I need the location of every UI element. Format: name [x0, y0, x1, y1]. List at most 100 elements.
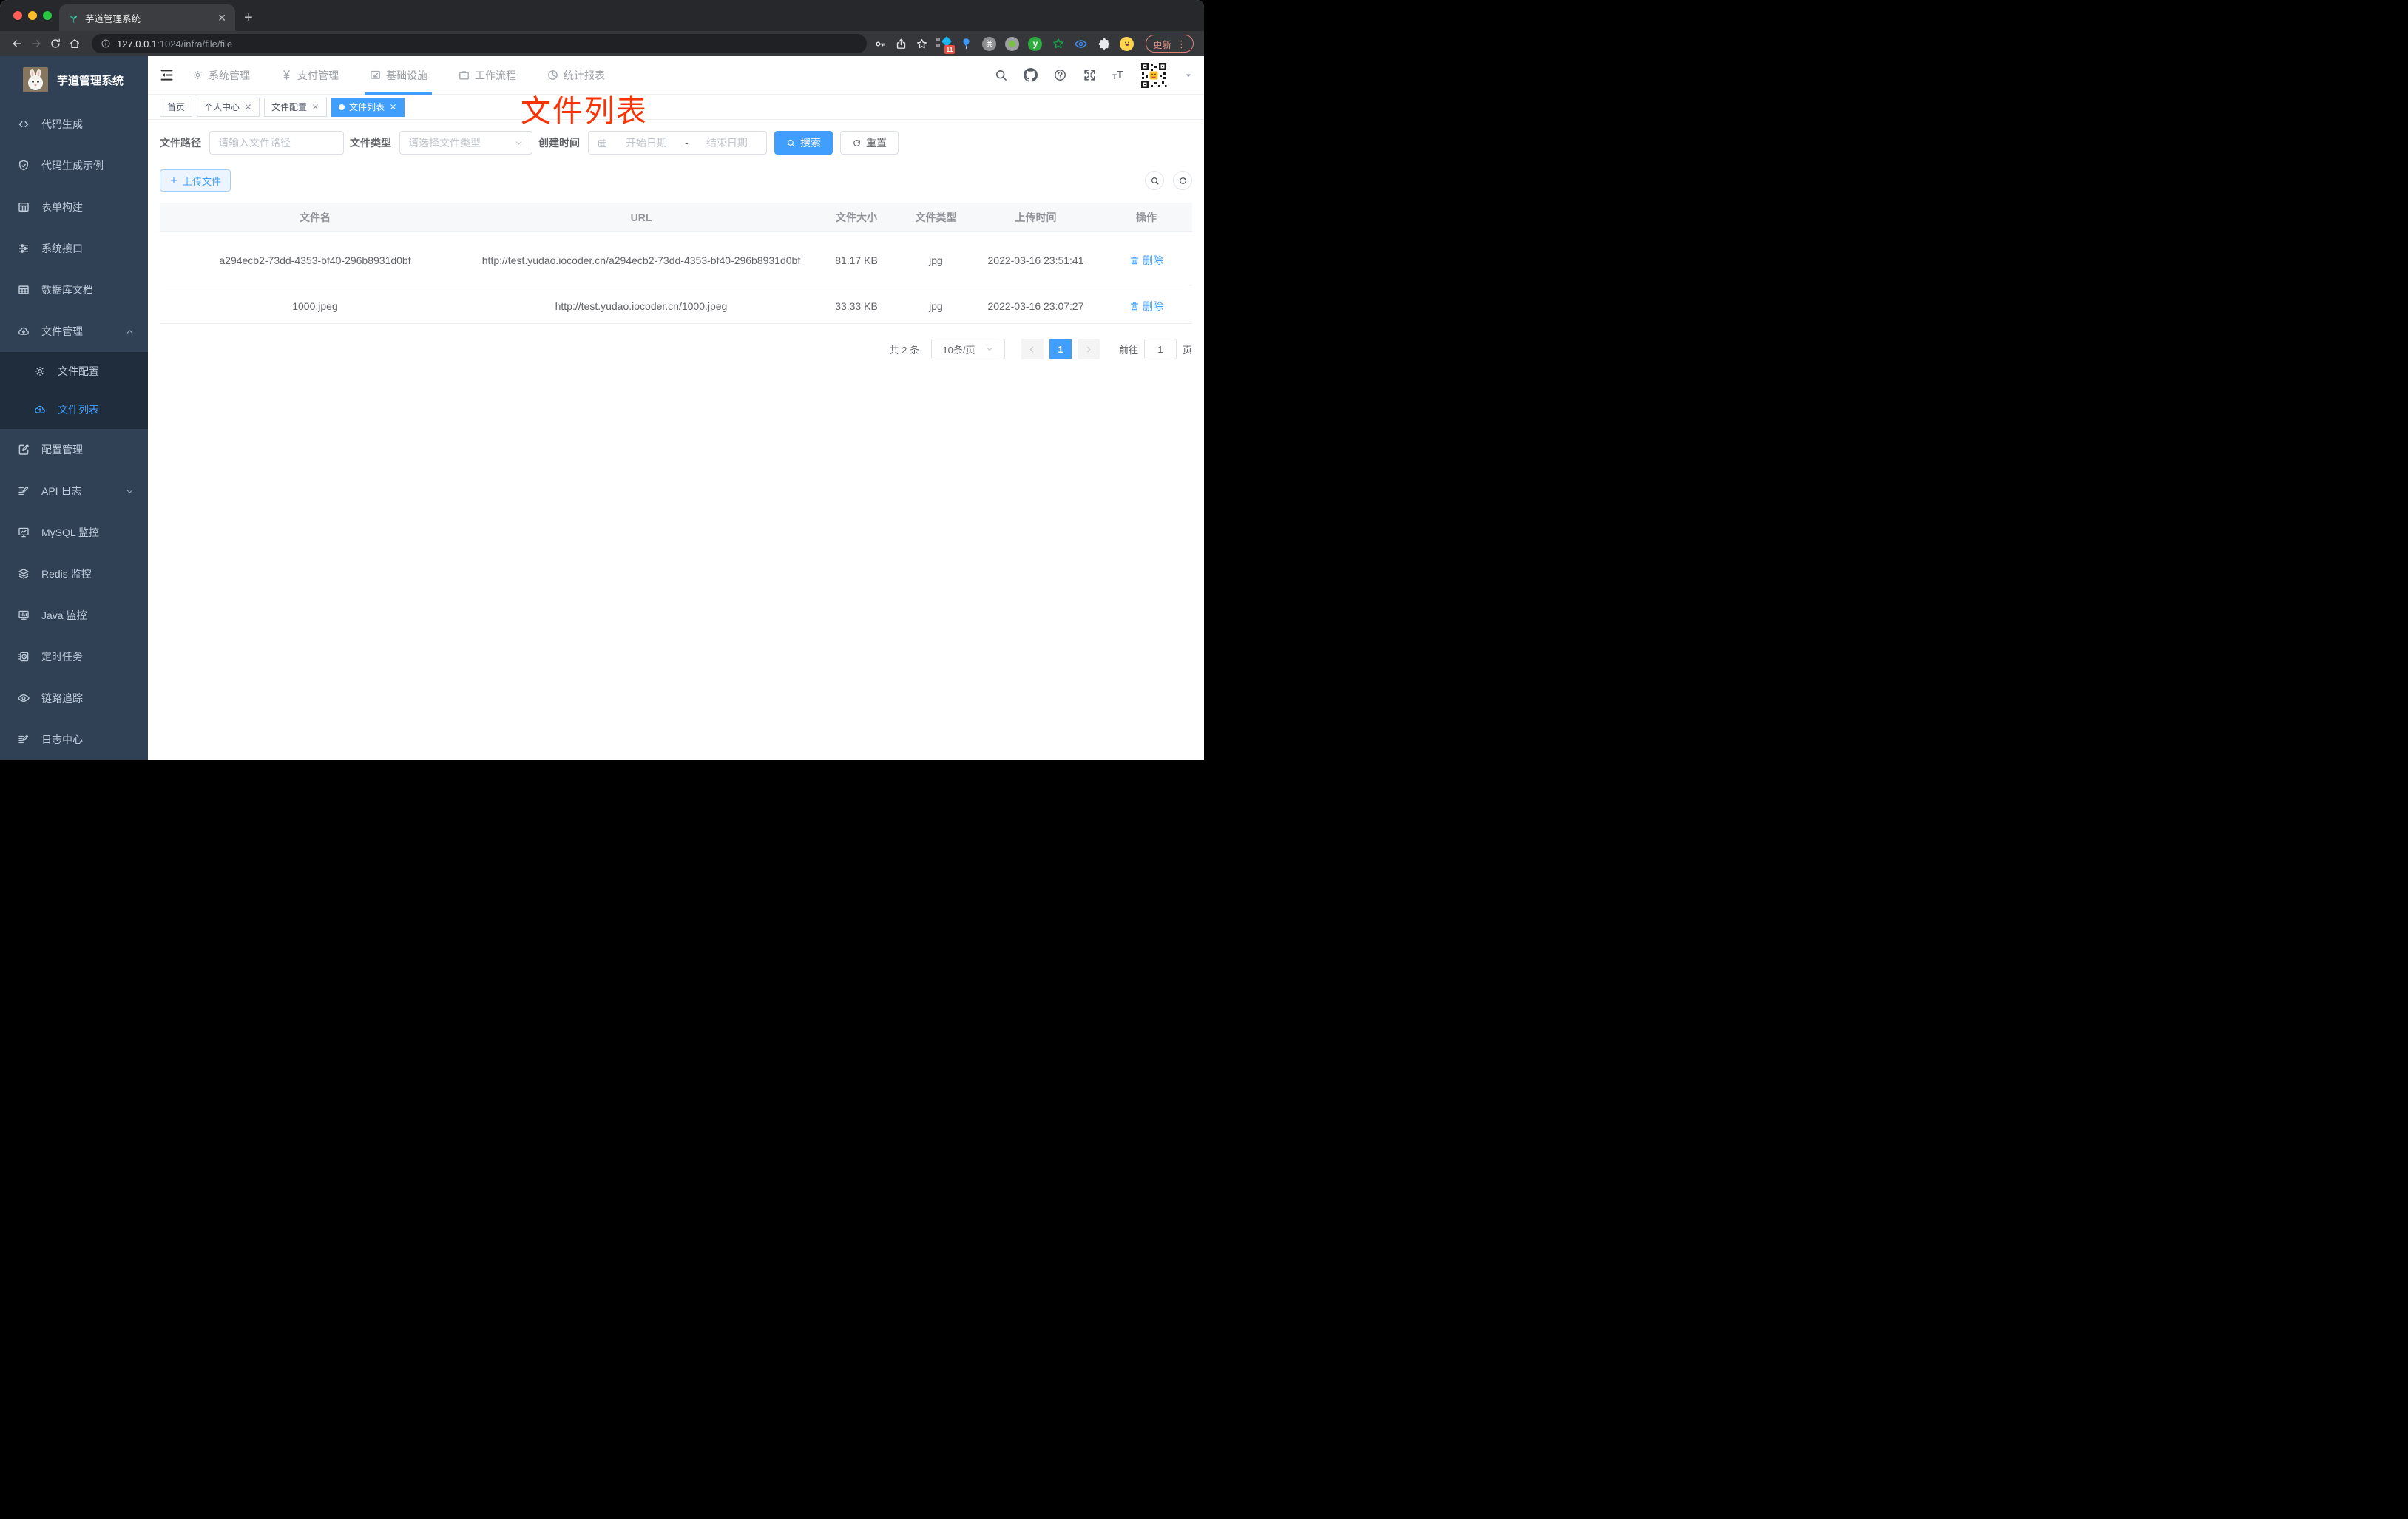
tag-file-list[interactable]: 文件列表	[331, 97, 405, 117]
maximize-window-button[interactable]	[43, 11, 52, 20]
table-row: a294ecb2-73dd-4353-bf40-296b8931d0bf htt…	[160, 232, 1192, 288]
help-icon[interactable]	[1053, 68, 1067, 82]
nav-item-payment[interactable]: 支付管理	[278, 56, 341, 95]
tag-home[interactable]: 首页	[160, 97, 193, 117]
extension-green-star-icon[interactable]	[1051, 36, 1066, 51]
extension-command-icon[interactable]: ⌘	[982, 36, 997, 51]
tab-close-icon[interactable]: ✕	[217, 13, 226, 23]
col-header-type: 文件类型	[915, 211, 957, 223]
upload-file-button[interactable]: 上传文件	[160, 169, 231, 192]
delete-button[interactable]: 删除	[1129, 299, 1163, 314]
cell-time: 2022-03-16 23:07:27	[987, 300, 1084, 312]
sidebar-item-mysql-monitor[interactable]: MySQL 监控	[0, 512, 148, 553]
home-button[interactable]	[65, 34, 84, 53]
sidebar-logo[interactable]: 芋道管理系统	[0, 56, 148, 104]
sidebar-item-form-builder[interactable]: 表单构建	[0, 186, 148, 228]
extension-tab-manager-icon[interactable]: 11	[936, 35, 955, 54]
file-path-input[interactable]	[218, 137, 335, 149]
sidebar-item-db-doc[interactable]: 数据库文档	[0, 269, 148, 311]
prev-page-button[interactable]	[1021, 339, 1044, 359]
logo-rabbit-image	[23, 67, 48, 92]
back-button[interactable]	[7, 34, 27, 53]
sidebar-item-file-list[interactable]: 文件列表	[0, 390, 148, 429]
table-icon	[17, 283, 30, 297]
font-size-icon[interactable]: TT	[1112, 70, 1123, 81]
nav-item-workflow[interactable]: 工作流程	[456, 56, 518, 95]
browser-menu-icon[interactable]: ⋮	[1177, 39, 1186, 49]
sidebar-item-tracing[interactable]: 链路追踪	[0, 677, 148, 719]
date-range-picker[interactable]: 开始日期 - 结束日期	[588, 131, 767, 155]
pagination: 共 2 条 10条/页 1 前往 页	[160, 339, 1192, 359]
forward-button[interactable]	[27, 34, 46, 53]
browser-tabstrip: 芋道管理系统 ✕ +	[0, 0, 1204, 31]
nav-item-infrastructure[interactable]: 基础设施	[365, 56, 432, 95]
search-button[interactable]: 搜索	[774, 131, 833, 155]
extensions-puzzle-icon[interactable]	[1097, 36, 1112, 51]
refresh-table-button[interactable]	[1173, 171, 1192, 190]
sidebar-fold-icon[interactable]	[159, 67, 175, 83]
tag-profile[interactable]: 个人中心	[197, 97, 260, 117]
sidebar-item-log-center[interactable]: 日志中心	[0, 719, 148, 760]
url-bar[interactable]: 127.0.0.1:1024/infra/file/file	[92, 34, 867, 53]
extension-recorder-icon[interactable]	[1005, 36, 1020, 51]
sidebar-item-scheduled-tasks[interactable]: 定时任务	[0, 636, 148, 677]
layers-icon	[17, 567, 30, 581]
extension-balloon-icon[interactable]	[959, 36, 974, 51]
browser-tab[interactable]: 芋道管理系统 ✕	[59, 4, 235, 31]
fullscreen-icon[interactable]	[1083, 68, 1097, 82]
next-page-button[interactable]	[1077, 339, 1100, 359]
sidebar-item-java-monitor[interactable]: Java 监控	[0, 595, 148, 636]
share-icon[interactable]	[895, 38, 907, 50]
extension-smiley-icon[interactable]	[1120, 36, 1134, 51]
chart-board-icon	[17, 526, 30, 539]
app-navbar: 系统管理 支付管理 基础设施 工作流程 统计报表 TT	[148, 56, 1204, 95]
avatar[interactable]	[1139, 60, 1169, 90]
delete-button[interactable]: 删除	[1129, 253, 1163, 268]
close-window-button[interactable]	[13, 11, 22, 20]
page-size-select[interactable]: 10条/页	[930, 339, 1005, 359]
reload-button[interactable]	[46, 34, 65, 53]
minimize-window-button[interactable]	[28, 11, 37, 20]
new-tab-button[interactable]: +	[235, 4, 262, 31]
close-icon[interactable]	[311, 103, 319, 111]
bookmark-star-icon[interactable]	[916, 38, 928, 50]
reset-button[interactable]: 重置	[840, 131, 899, 155]
site-info-icon[interactable]	[101, 38, 111, 49]
refresh-icon	[852, 138, 862, 148]
caret-down-icon[interactable]	[1184, 71, 1193, 80]
file-type-select[interactable]: 请选择文件类型	[399, 131, 532, 155]
extension-y-icon[interactable]: y	[1028, 36, 1043, 51]
sidebar-item-system-api[interactable]: 系统接口	[0, 228, 148, 269]
sidebar-item-file-config[interactable]: 文件配置	[0, 352, 148, 390]
monitor-icon	[17, 609, 30, 622]
sidebar-item-code-gen-demo[interactable]: 代码生成示例	[0, 145, 148, 186]
search-icon[interactable]	[994, 68, 1008, 82]
sidebar-item-redis-monitor[interactable]: Redis 监控	[0, 553, 148, 595]
extension-eye-icon[interactable]	[1074, 36, 1089, 51]
table-row: 1000.jpeg http://test.yudao.iocoder.cn/1…	[160, 288, 1192, 324]
browser-toolbar: 127.0.0.1:1024/infra/file/file 11 ⌘ y 更新…	[0, 31, 1204, 56]
cell-size: 81.17 KB	[835, 254, 878, 266]
github-icon[interactable]	[1024, 68, 1038, 82]
goto-page-input[interactable]	[1143, 339, 1177, 359]
col-header-url: URL	[630, 211, 652, 223]
browser-update-button[interactable]: 更新 ⋮	[1145, 35, 1194, 53]
nav-item-reports[interactable]: 统计报表	[544, 56, 607, 95]
browser-window: 芋道管理系统 ✕ + 127.0.0.1:1024/infra/file/fil…	[0, 0, 1204, 760]
close-icon[interactable]	[389, 103, 397, 111]
chevron-down-icon	[985, 345, 994, 353]
extension-badge: 11	[944, 45, 955, 54]
show-search-button[interactable]	[1145, 171, 1164, 190]
file-path-input-wrap	[209, 131, 344, 155]
nav-item-system[interactable]: 系统管理	[189, 56, 252, 95]
password-key-icon[interactable]	[874, 38, 887, 50]
sidebar-item-code-gen[interactable]: 代码生成	[0, 104, 148, 145]
file-table: 文件名 URL 文件大小 文件类型 上传时间 操作 a294ecb2-73dd-…	[160, 203, 1192, 324]
tag-file-config[interactable]: 文件配置	[264, 97, 328, 117]
sidebar-item-api-log[interactable]: API 日志	[0, 470, 148, 512]
sidebar-item-config-management[interactable]: 配置管理	[0, 429, 148, 470]
sidebar-item-file-management[interactable]: 文件管理	[0, 311, 148, 352]
current-page-button[interactable]: 1	[1049, 339, 1072, 359]
total-count: 共 2 条	[889, 344, 919, 356]
close-icon[interactable]	[244, 103, 252, 111]
